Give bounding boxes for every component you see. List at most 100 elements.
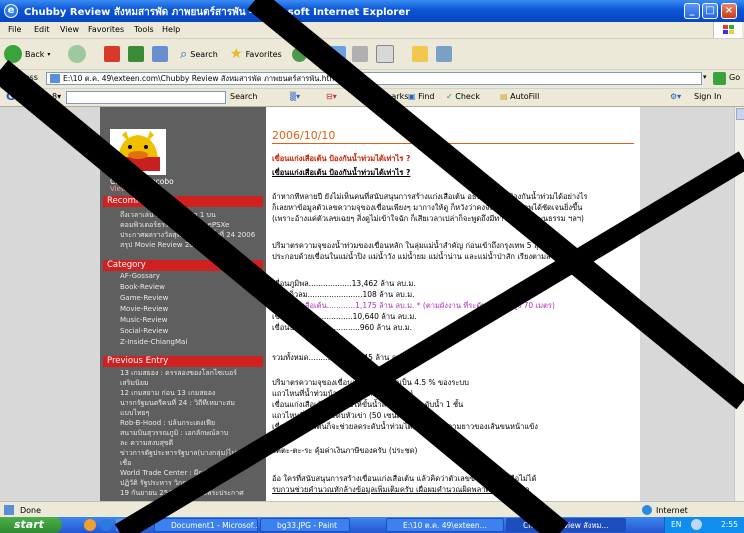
google-search-button[interactable]: Search [230, 92, 257, 101]
address-dropdown-icon[interactable]: ▾ [703, 73, 707, 81]
ie-quicklaunch-icon[interactable] [100, 519, 112, 531]
settings-icon[interactable]: ⚙▾ [670, 92, 681, 101]
star-icon: ★ [230, 46, 243, 62]
category-item[interactable]: Music-Review [120, 316, 167, 324]
google-search-input[interactable] [66, 91, 226, 104]
language-indicator[interactable]: EN [671, 520, 681, 529]
messenger-icon [436, 46, 452, 62]
menu-edit[interactable]: Edit [34, 25, 50, 34]
history-button[interactable] [330, 45, 346, 63]
category-item[interactable]: Game-Review [120, 294, 168, 302]
previous-entry-item[interactable]: 19 กันยายน 2549 : เมื่อทรงพระประกาศ [120, 488, 244, 499]
messenger-button[interactable] [436, 45, 452, 63]
ie-icon: e [4, 4, 18, 18]
back-button[interactable]: Back ▾ [4, 45, 50, 63]
category-item[interactable]: Social-Review [120, 327, 168, 335]
folder-icon [412, 46, 428, 62]
menu-file[interactable]: File [8, 25, 21, 34]
desktop-quicklaunch-icon[interactable] [116, 519, 128, 531]
maximize-button[interactable]: □ [702, 3, 718, 19]
history-icon [330, 46, 346, 62]
media-button[interactable] [292, 45, 307, 63]
tray-icon[interactable] [691, 519, 702, 530]
sidebar: Chubby Chocobo View full profile Recomme… [100, 107, 266, 501]
forward-button[interactable] [68, 45, 86, 63]
spellcheck-button[interactable]: ✓ Check [446, 92, 480, 101]
search-icon: ⌕ [180, 46, 188, 62]
go-arrow-icon[interactable] [713, 72, 726, 85]
go-button[interactable]: Go [729, 73, 740, 82]
forward-arrow-icon [68, 45, 86, 63]
refresh-button[interactable] [128, 45, 144, 63]
mail-icon [352, 46, 368, 62]
status-text: Done [20, 506, 42, 515]
post-title[interactable]: เขื่อนแก่งเสือเต้น ป้องกันน้ำท่วมได้เท่า… [272, 153, 410, 165]
menu-tools[interactable]: Tools [134, 25, 154, 34]
internet-zone-icon [642, 505, 652, 515]
popup-blocker-icon[interactable]: ⊟▾ [326, 92, 337, 101]
print-icon [376, 45, 394, 63]
stop-icon [104, 46, 120, 62]
find-icon: ▣ [408, 92, 416, 101]
home-icon [152, 46, 168, 62]
refresh-icon [128, 46, 144, 62]
chevron-right-icon[interactable]: » [134, 518, 140, 528]
print-button[interactable] [376, 45, 394, 63]
address-label: Address [6, 73, 38, 82]
check-icon: ✓ [446, 92, 453, 101]
task-item-paint[interactable]: bg33.JPG - Paint [260, 518, 350, 532]
back-arrow-icon [4, 45, 22, 63]
google-toolbar: Google 8▾ Search ▒▾ ⊟▾ ☆ Bookmarks ▣ Fin… [0, 89, 744, 107]
mail-button[interactable] [352, 45, 368, 63]
page-icon [50, 74, 60, 83]
scroll-up-button[interactable] [736, 108, 744, 120]
previous-entry-item[interactable]: ข่าวการตัฐประหารรัฐบาล(บางกลุ่ม)ไม่เคย [120, 448, 247, 459]
google-pagerank-icon[interactable]: ▒▾ [290, 92, 300, 101]
status-bar: Done Internet [0, 501, 744, 518]
post-date: 2006/10/10 [272, 129, 336, 142]
address-bar: Address E:\10 ต.ค. 49\exteen.com\Chubby … [0, 70, 744, 89]
google-g-dropdown[interactable]: 8▾ [52, 92, 61, 101]
recommended-header: Recommended [103, 196, 263, 207]
favorites-button[interactable]: ★ Favorites [230, 45, 282, 63]
home-button[interactable] [152, 45, 168, 63]
menu-view[interactable]: View [60, 25, 79, 34]
autofill-button[interactable]: ▤ AutoFill [500, 92, 539, 101]
task-item-explorer[interactable]: E:\10 ต.ค. 49\exteen... [386, 518, 504, 532]
category-item[interactable]: Z-Inside-ChiangMai [120, 338, 187, 346]
quicklaunch-icon[interactable] [84, 519, 96, 531]
vertical-scrollbar[interactable] [734, 107, 744, 501]
task-item-browser[interactable]: Chubby Review สังหม... [506, 518, 626, 532]
title-bar[interactable]: e Chubby Review สังหมสารพัด ภาพยนตร์สารพ… [0, 0, 744, 22]
sign-in-link[interactable]: Sign In [694, 92, 721, 101]
window-title: Chubby Review สังหมสารพัด ภาพยนตร์สารพัน… [24, 7, 411, 18]
category-item[interactable]: AF-Gossary [120, 272, 160, 280]
paragraph-line: โคตะ-ตะ-ระ คุ้มค่าเงินภาษีของครับ (ประชด… [272, 446, 418, 455]
bookmarks-button[interactable]: ☆ Bookmarks [354, 92, 408, 101]
windows-logo-icon [713, 22, 742, 38]
menu-favorites[interactable]: Favorites [88, 25, 124, 34]
folder-button[interactable] [412, 45, 428, 63]
clock: 2:55 [721, 520, 738, 529]
recommended-item[interactable]: สรุป Movie Review 2005 [120, 240, 203, 251]
task-item-document[interactable]: Document1 - Microsof... [154, 518, 258, 532]
post-subtitle: เขื่อนแก่งเสือเต้น ป้องกันน้ำท่วมได้เท่า… [272, 168, 411, 177]
page-viewport[interactable]: Chubby Chocobo View full profile Recomme… [0, 107, 734, 501]
address-input[interactable]: E:\10 ต.ค. 49\exteen.com\Chubby Review ส… [46, 72, 702, 85]
media-icon [292, 46, 307, 62]
start-button[interactable]: start [0, 517, 62, 533]
search-button[interactable]: ⌕ Search [180, 45, 218, 63]
close-button[interactable]: × [721, 3, 737, 19]
dam-row: เขื่อนป่าสัก......................960 ล้… [272, 323, 412, 332]
category-item[interactable]: Movie-Review [120, 305, 168, 313]
category-item[interactable]: Book-Review [120, 283, 165, 291]
stop-button[interactable] [104, 45, 120, 63]
find-button[interactable]: ▣ Find [408, 92, 435, 101]
paragraph-line: ประกอบด้วยเขื่อนในแม่น้ำปิง แม่น้ำวัง แม… [272, 252, 565, 261]
blog-layout: Chubby Chocobo View full profile Recomme… [100, 107, 640, 501]
zone-text: Internet [656, 506, 688, 515]
menu-help[interactable]: Help [162, 25, 180, 34]
minimize-button[interactable]: _ [684, 3, 700, 19]
menu-bar: File Edit View Favorites Tools Help [0, 22, 744, 39]
profile-link[interactable]: View full profile [110, 185, 164, 193]
